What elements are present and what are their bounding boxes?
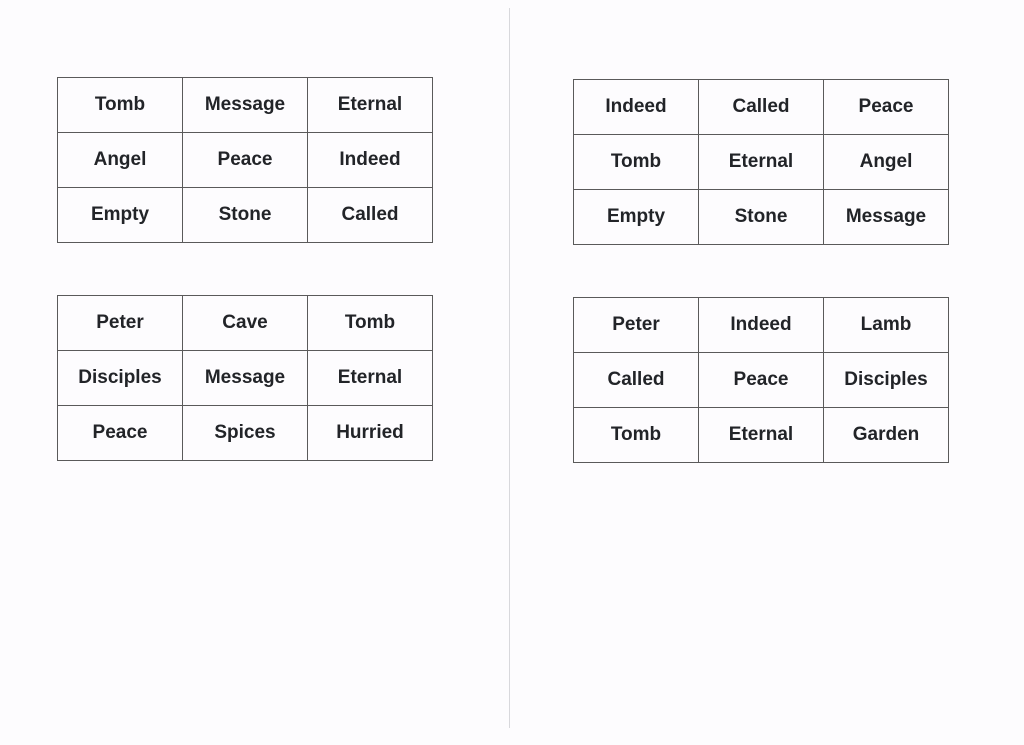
grid-cell: Spices: [182, 405, 308, 461]
grid-row: Called Peace Disciples: [573, 352, 949, 408]
grid-cell: Peace: [57, 405, 183, 461]
grid-cell: Eternal: [698, 134, 824, 190]
grid-row: Angel Peace Indeed: [57, 132, 433, 188]
grid-row: Tomb Message Eternal: [57, 77, 433, 133]
grid-cell: Eternal: [698, 407, 824, 463]
grid-cell: Angel: [57, 132, 183, 188]
grid-cell: Indeed: [698, 297, 824, 353]
grid-cell: Disciples: [823, 352, 949, 408]
grid-cell: Disciples: [57, 350, 183, 406]
grid-cell: Lamb: [823, 297, 949, 353]
grid-cell: Stone: [698, 189, 824, 245]
grid-cell: Tomb: [57, 77, 183, 133]
page-divider: [509, 8, 510, 728]
bingo-card-2: Peter Cave Tomb Disciples Message Eterna…: [57, 295, 433, 461]
grid-row: Tomb Eternal Garden: [573, 407, 949, 463]
grid-row: Peter Cave Tomb: [57, 295, 433, 351]
grid-cell: Empty: [573, 189, 699, 245]
grid-row: Tomb Eternal Angel: [573, 134, 949, 190]
grid-cell: Garden: [823, 407, 949, 463]
grid-cell: Peter: [57, 295, 183, 351]
grid-row: Empty Stone Message: [573, 189, 949, 245]
grid-cell: Indeed: [573, 79, 699, 135]
bingo-card-3: Indeed Called Peace Tomb Eternal Angel E…: [573, 79, 949, 245]
grid-cell: Tomb: [573, 134, 699, 190]
grid-cell: Called: [573, 352, 699, 408]
grid-row: Peter Indeed Lamb: [573, 297, 949, 353]
grid-row: Disciples Message Eternal: [57, 350, 433, 406]
grid-cell: Cave: [182, 295, 308, 351]
grid-cell: Eternal: [307, 77, 433, 133]
grid-row: Indeed Called Peace: [573, 79, 949, 135]
grid-cell: Peace: [823, 79, 949, 135]
grid-cell: Called: [307, 187, 433, 243]
grid-cell: Called: [698, 79, 824, 135]
grid-cell: Stone: [182, 187, 308, 243]
grid-cell: Message: [182, 77, 308, 133]
grid-cell: Empty: [57, 187, 183, 243]
grid-cell: Hurried: [307, 405, 433, 461]
bingo-card-1: Tomb Message Eternal Angel Peace Indeed …: [57, 77, 433, 243]
grid-row: Empty Stone Called: [57, 187, 433, 243]
grid-cell: Message: [823, 189, 949, 245]
grid-cell: Eternal: [307, 350, 433, 406]
grid-cell: Indeed: [307, 132, 433, 188]
grid-cell: Tomb: [307, 295, 433, 351]
grid-cell: Peace: [698, 352, 824, 408]
grid-cell: Angel: [823, 134, 949, 190]
grid-cell: Tomb: [573, 407, 699, 463]
grid-row: Peace Spices Hurried: [57, 405, 433, 461]
grid-cell: Peter: [573, 297, 699, 353]
bingo-card-4: Peter Indeed Lamb Called Peace Disciples…: [573, 297, 949, 463]
grid-cell: Message: [182, 350, 308, 406]
grid-cell: Peace: [182, 132, 308, 188]
